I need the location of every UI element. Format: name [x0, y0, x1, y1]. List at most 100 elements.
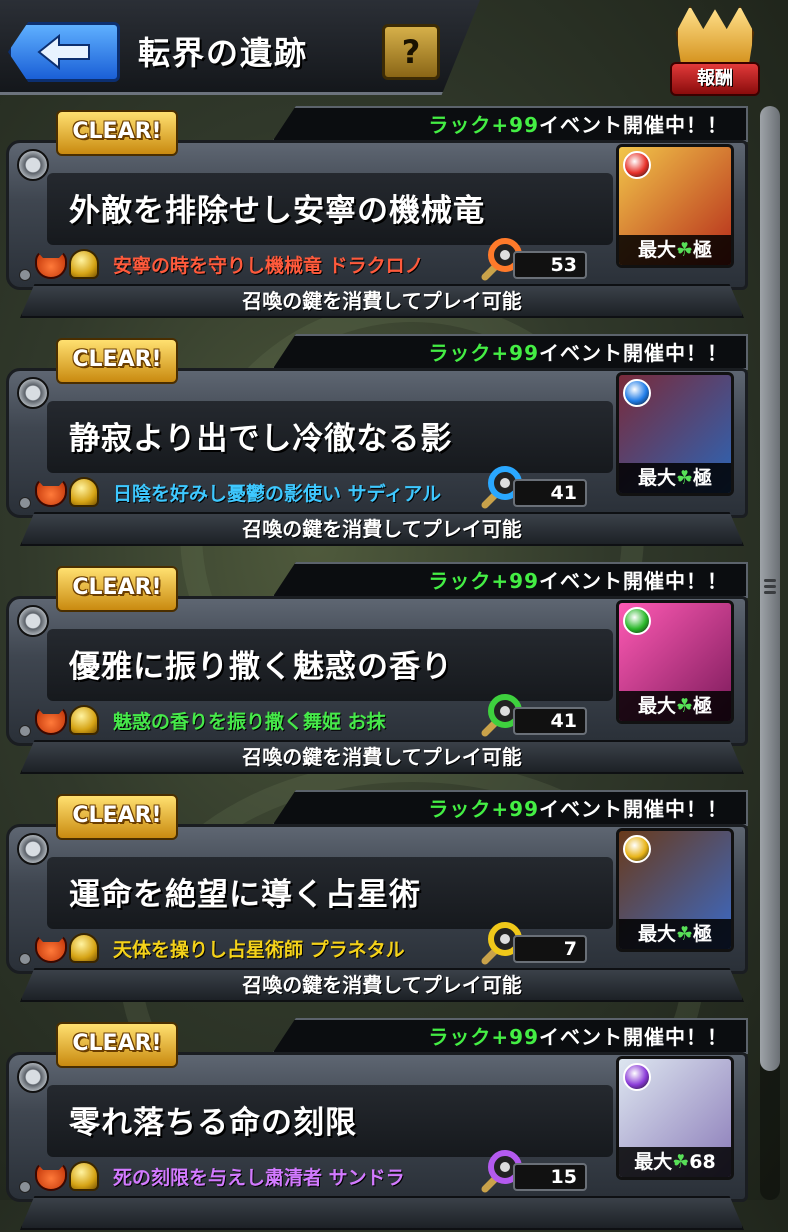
element-orb-icon [623, 151, 651, 179]
event-banner: ラック+99イベント開催中！！ [272, 334, 748, 370]
reward-button[interactable]: 報酬 [666, 4, 760, 96]
element-orb-icon [623, 379, 651, 407]
event-banner: ラック+99イベント開催中！！ [272, 790, 748, 826]
page-title: 転界の遺跡 [138, 34, 309, 72]
help-button[interactable]: ? [382, 24, 440, 80]
element-orb-icon [623, 607, 651, 635]
luck-prefix: 最大 [637, 239, 676, 261]
bell-icon [69, 933, 99, 963]
screw-icon [19, 725, 31, 737]
monster-portrait[interactable]: 最大☘68 [616, 1056, 734, 1180]
event-label: イベント開催中！！ [539, 569, 728, 593]
quest-card[interactable]: ラック+99イベント開催中！！ 外敵を排除せし安寧の機械竜 安寧の時を守りし機械… [6, 106, 748, 320]
luck-prefix: 最大 [637, 923, 676, 945]
luck-value: 極 [693, 923, 713, 945]
boss-name: 魅惑の香りを振り撒く舞姫 お抹 [113, 711, 386, 733]
event-label: イベント開催中！！ [539, 113, 728, 137]
quest-card[interactable]: ラック+99イベント開催中！！ 運命を絶望に導く占星術 天体を操りし占星術師 プ… [6, 790, 748, 1004]
element-orb-icon [623, 1063, 651, 1091]
clover-icon: ☘ [675, 695, 694, 717]
screw-icon [19, 953, 31, 965]
quest-card[interactable]: ラック+99イベント開催中！！ 静寂より出でし冷徹なる影 日陰を好みし憂鬱の影使… [6, 334, 748, 548]
event-bonus: ラック+99 [428, 569, 539, 593]
clear-badge: CLEAR! [56, 1022, 178, 1068]
ring-icon [17, 149, 49, 181]
quest-title: 外敵を排除せし安寧の機械竜 [69, 193, 485, 229]
devil-icon [35, 477, 67, 507]
luck-prefix: 最大 [637, 467, 676, 489]
clear-badge: CLEAR! [56, 566, 178, 612]
ring-icon [17, 605, 49, 637]
boss-name: 日陰を好みし憂鬱の影使い サディアル [113, 483, 442, 505]
max-luck-label: 最大☘極 [619, 691, 731, 721]
devil-icon [35, 705, 67, 735]
ring-icon [17, 833, 49, 865]
back-button[interactable] [8, 22, 120, 82]
summon-key-notice: 召喚の鍵を消費してプレイ可能 [20, 968, 744, 1002]
ring-icon [17, 377, 49, 409]
luck-value: 極 [693, 467, 713, 489]
monster-portrait[interactable]: 最大☘極 [616, 600, 734, 724]
event-banner: ラック+99イベント開催中！！ [272, 106, 748, 142]
summon-key-notice [20, 1196, 744, 1230]
bell-icon [69, 1161, 99, 1191]
bell-icon [69, 477, 99, 507]
quest-title: 優雅に振り撒く魅惑の香り [69, 649, 453, 685]
max-luck-label: 最大☘68 [619, 1147, 731, 1177]
arrow-left-icon [37, 34, 90, 70]
key-count: 41 [513, 479, 587, 507]
reward-label: 報酬 [670, 62, 760, 96]
ring-icon [17, 1061, 49, 1093]
luck-prefix: 最大 [637, 695, 676, 717]
quest-title: 静寂より出でし冷徹なる影 [69, 421, 453, 457]
screw-icon [19, 1181, 31, 1193]
key-count: 53 [513, 251, 587, 279]
event-label: イベント開催中！！ [539, 1025, 728, 1049]
clear-badge: CLEAR! [56, 110, 178, 156]
key-count: 15 [513, 1163, 587, 1191]
element-orb-icon [623, 835, 651, 863]
bell-icon [69, 705, 99, 735]
summon-key-notice: 召喚の鍵を消費してプレイ可能 [20, 284, 744, 318]
screw-icon [19, 269, 31, 281]
event-label: イベント開催中！！ [539, 341, 728, 365]
event-bonus: ラック+99 [428, 341, 539, 365]
monster-portrait[interactable]: 最大☘極 [616, 144, 734, 268]
devil-icon [35, 933, 67, 963]
max-luck-label: 最大☘極 [619, 463, 731, 493]
screw-icon [19, 497, 31, 509]
event-bonus: ラック+99 [428, 113, 539, 137]
luck-prefix: 最大 [634, 1151, 673, 1173]
key-count: 41 [513, 707, 587, 735]
clover-icon: ☘ [675, 239, 694, 261]
clear-badge: CLEAR! [56, 338, 178, 384]
monster-portrait[interactable]: 最大☘極 [616, 372, 734, 496]
boss-name: 死の刻限を与えし粛清者 サンドラ [113, 1167, 405, 1189]
luck-value: 極 [693, 239, 713, 261]
luck-value: 68 [689, 1151, 716, 1173]
quest-card[interactable]: ラック+99イベント開催中！！ 優雅に振り撒く魅惑の香り 魅惑の香りを振り撒く舞… [6, 562, 748, 776]
summon-key-notice: 召喚の鍵を消費してプレイ可能 [20, 512, 744, 546]
quest-title: 運命を絶望に導く占星術 [69, 877, 421, 913]
event-bonus: ラック+99 [428, 1025, 539, 1049]
max-luck-label: 最大☘極 [619, 919, 731, 949]
summon-key-notice: 召喚の鍵を消費してプレイ可能 [20, 740, 744, 774]
event-banner: ラック+99イベント開催中！！ [272, 562, 748, 598]
bell-icon [69, 249, 99, 279]
devil-icon [35, 249, 67, 279]
monster-portrait[interactable]: 最大☘極 [616, 828, 734, 952]
luck-value: 極 [693, 695, 713, 717]
clover-icon: ☘ [675, 467, 694, 489]
max-luck-label: 最大☘極 [619, 235, 731, 265]
boss-name: 安寧の時を守りし機械竜 ドラクロノ [113, 255, 424, 277]
boss-name: 天体を操りし占星術師 プラネタル [113, 939, 405, 961]
clover-icon: ☘ [675, 923, 694, 945]
key-count: 7 [513, 935, 587, 963]
devil-icon [35, 1161, 67, 1191]
clear-badge: CLEAR! [56, 794, 178, 840]
clover-icon: ☘ [672, 1151, 690, 1173]
quest-title: 零れ落ちる命の刻限 [69, 1105, 357, 1141]
event-bonus: ラック+99 [428, 797, 539, 821]
event-banner: ラック+99イベント開催中！！ [272, 1018, 748, 1054]
event-label: イベント開催中！！ [539, 797, 728, 821]
